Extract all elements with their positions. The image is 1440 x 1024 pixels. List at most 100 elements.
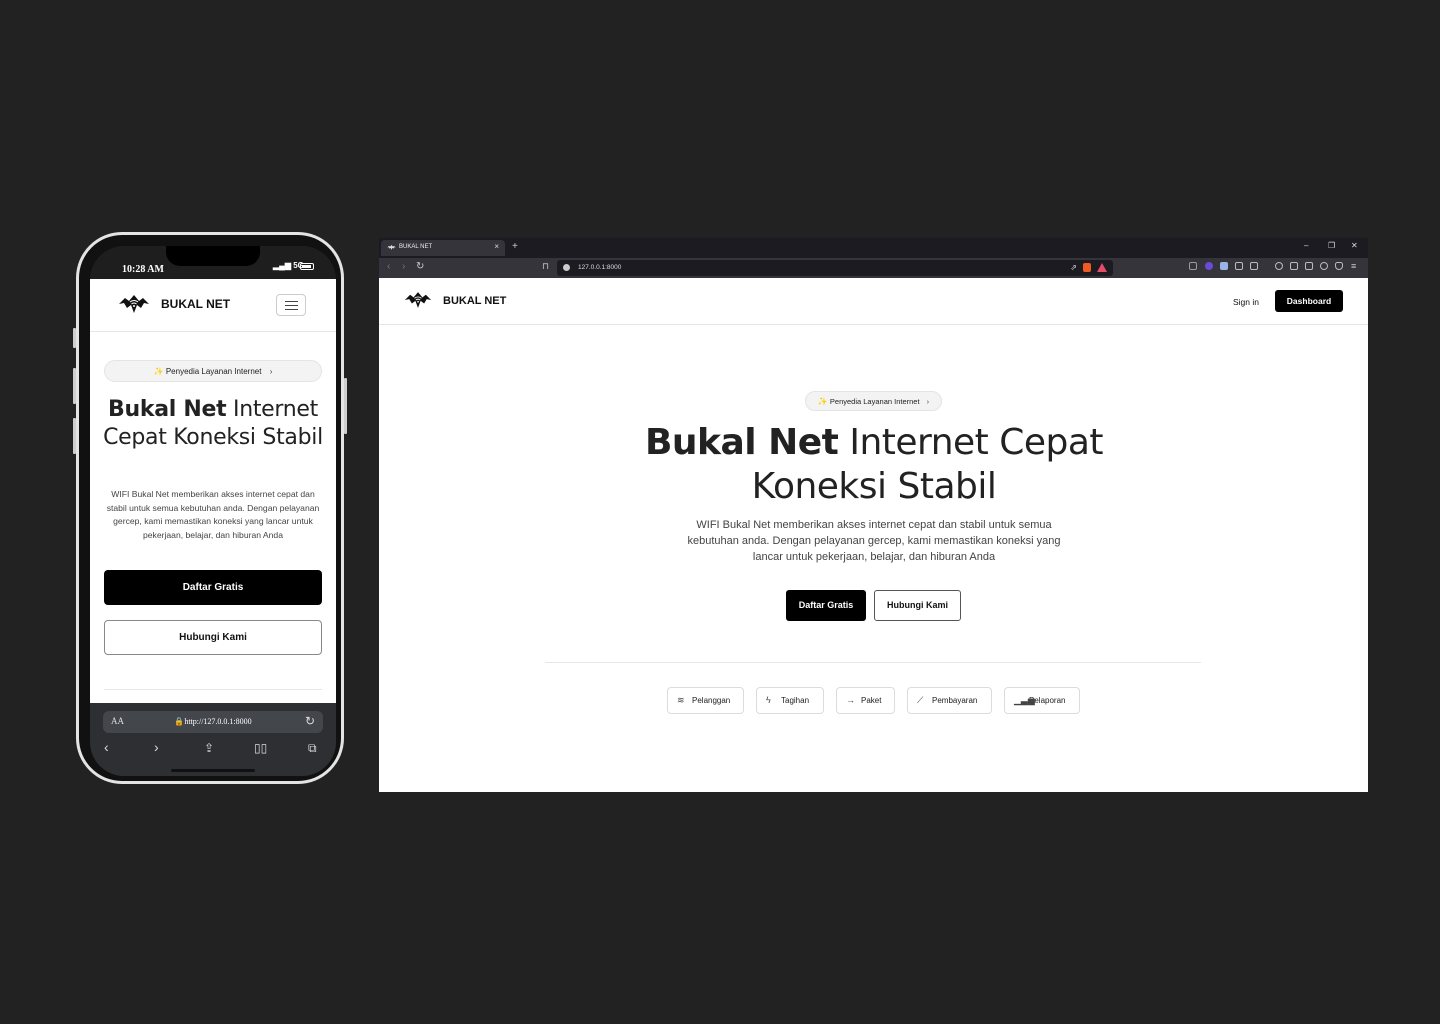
back-icon[interactable]: ‹ <box>387 261 390 272</box>
hamburger-line <box>285 305 298 307</box>
reader-icon[interactable] <box>1189 262 1197 270</box>
dashboard-button[interactable]: Dashboard <box>1275 290 1343 312</box>
tab-favicon-icon <box>387 244 396 251</box>
sparkle-icon: ✨ <box>817 397 828 406</box>
bookmarks-icon[interactable]: ▯▯ <box>254 741 267 755</box>
bar-chart-icon: ▁▃▅ <box>1014 695 1035 705</box>
badge-label: Penyedia Layanan Internet <box>165 367 262 376</box>
hero-description: WIFI Bukal Net memberikan akses internet… <box>106 489 320 540</box>
feature-label: Tagihan <box>781 696 810 705</box>
minimize-icon[interactable]: – <box>1304 241 1308 250</box>
browser-tab[interactable]: BUKAL NET × <box>381 240 505 256</box>
menu-toggle-button[interactable] <box>276 294 306 316</box>
contact-button[interactable]: Hubungi Kami <box>874 590 961 621</box>
signin-link[interactable]: Sign in <box>1233 297 1259 307</box>
hamburger-line <box>285 309 298 311</box>
hamburger-icon <box>285 301 298 303</box>
line-chart-icon: ⟋ <box>917 695 924 705</box>
database-icon: ≋ <box>677 695 685 705</box>
back-icon[interactable]: ‹ <box>104 739 109 755</box>
notch <box>166 246 260 266</box>
register-button[interactable]: Daftar Gratis <box>104 570 322 605</box>
sparkle-icon: ✨ <box>153 367 164 376</box>
mobile-page: BUKAL NET ✨ Penyedia Layanan Internet › … <box>90 279 336 703</box>
bat-wifi-logo-icon[interactable] <box>404 291 432 309</box>
bookmark-icon[interactable]: ⊓ <box>542 261 549 272</box>
vpn-shield-icon[interactable] <box>1335 262 1343 270</box>
brave-rewards-icon[interactable] <box>1097 263 1107 272</box>
browser-tab-strip: BUKAL NET × + – ❐ ✕ <box>379 238 1368 258</box>
browser-window: BUKAL NET × + – ❐ ✕ ‹ › ↻ ⊓ 127.0.0.1:80… <box>379 238 1368 792</box>
register-button[interactable]: Daftar Gratis <box>786 590 866 621</box>
site-info-icon[interactable] <box>563 264 570 271</box>
signal-bars-icon: ▂▄▆ <box>273 261 291 270</box>
section-divider <box>104 689 322 690</box>
restore-icon[interactable]: ❐ <box>1328 241 1335 250</box>
brave-shield-icon[interactable] <box>1083 263 1091 272</box>
browser-toolbar: ‹ › ↻ ⊓ 127.0.0.1:8000 ⇗ ≡ <box>379 258 1368 278</box>
lightning-icon: ϟ <box>766 695 771 705</box>
extension-badge-icon[interactable] <box>1205 262 1213 270</box>
hero-description: WIFI Bukal Net memberikan akses internet… <box>687 519 1061 563</box>
section-divider <box>545 662 1201 663</box>
screenshot-icon[interactable] <box>1250 262 1258 270</box>
desktop-page: BUKAL NET Sign in Dashboard ✨ Penyedia L… <box>379 278 1368 792</box>
forward-icon[interactable]: › <box>402 261 405 272</box>
safari-address-bar[interactable]: AA 🔒http://127.0.0.1:8000 ↻ <box>103 711 323 733</box>
feature-pelaporan[interactable]: ▁▃▅ Pelaporan <box>1004 687 1080 714</box>
feature-pembayaran[interactable]: ⟋ Pembayaran <box>907 687 992 714</box>
menu-icon[interactable]: ≡ <box>1351 261 1356 271</box>
provider-badge[interactable]: ✨ Penyedia Layanan Internet › <box>104 360 322 382</box>
feature-label: Pelanggan <box>692 696 731 705</box>
contact-button[interactable]: Hubungi Kami <box>104 620 322 655</box>
reload-icon[interactable]: ↻ <box>416 261 424 272</box>
desktop-navbar: BUKAL NET Sign in Dashboard <box>379 278 1368 325</box>
bat-wifi-logo-icon[interactable] <box>118 294 150 314</box>
url-text: 127.0.0.1:8000 <box>578 264 622 271</box>
phone-volume-down <box>73 418 76 454</box>
feature-label: Paket <box>861 696 882 705</box>
reload-icon[interactable]: ↻ <box>305 714 315 728</box>
feature-pelanggan[interactable]: ≋ Pelanggan <box>667 687 744 714</box>
url-bar[interactable]: 127.0.0.1:8000 ⇗ <box>557 260 1113 276</box>
feature-label: Pembayaran <box>932 696 978 705</box>
wallet-icon[interactable] <box>1305 262 1313 270</box>
hero-headline: Bukal Net Internet Cepat Koneksi Stabil <box>603 421 1145 509</box>
tabs-icon[interactable]: ⧉ <box>308 741 317 756</box>
mobile-navbar: BUKAL NET <box>90 279 336 332</box>
feature-paket[interactable]: → Paket <box>836 687 895 714</box>
provider-badge[interactable]: ✨ Penyedia Layanan Internet › <box>805 391 942 411</box>
music-icon[interactable] <box>1275 262 1283 270</box>
chevron-right-icon: › <box>269 367 273 376</box>
brand-name[interactable]: BUKAL NET <box>161 297 230 311</box>
lock-icon: 🔒 <box>174 717 185 726</box>
safari-toolbar: AA 🔒http://127.0.0.1:8000 ↻ ‹ › ⇪ ▯▯ ⧉ <box>90 703 336 776</box>
phone-mute-switch <box>73 328 76 348</box>
leo-ai-icon[interactable] <box>1320 262 1328 270</box>
badge-label: Penyedia Layanan Internet <box>829 397 920 406</box>
battery-icon <box>300 263 314 270</box>
phone-screen: 10:28 AM ▂▄▆ 5G BUKAL NET ✨ Penyedia Lay… <box>90 246 336 776</box>
feature-tagihan[interactable]: ϟ Tagihan <box>756 687 824 714</box>
arrow-right-icon: → <box>846 695 855 705</box>
safari-url: 🔒http://127.0.0.1:8000 <box>103 717 323 726</box>
forward-icon[interactable]: › <box>154 739 159 755</box>
new-tab-icon[interactable]: + <box>512 241 518 252</box>
brand-name[interactable]: BUKAL NET <box>443 295 506 307</box>
puzzle-icon[interactable] <box>1235 262 1243 270</box>
close-tab-icon[interactable]: × <box>494 242 499 251</box>
extension-icon[interactable] <box>1220 262 1228 270</box>
phone-power-button <box>344 378 347 434</box>
headline-bold: Bukal Net <box>644 422 839 463</box>
close-window-icon[interactable]: ✕ <box>1351 241 1358 250</box>
home-indicator <box>171 769 255 772</box>
phone-volume-up <box>73 368 76 404</box>
sidebar-icon[interactable] <box>1290 262 1298 270</box>
share-icon[interactable]: ⇗ <box>1070 263 1077 272</box>
share-icon[interactable]: ⇪ <box>204 741 214 755</box>
hero-headline: Bukal Net Internet Cepat Koneksi Stabil <box>98 396 328 452</box>
tab-title: BUKAL NET <box>399 244 433 250</box>
chevron-right-icon: › <box>926 397 930 406</box>
phone-mockup: 10:28 AM ▂▄▆ 5G BUKAL NET ✨ Penyedia Lay… <box>73 232 347 784</box>
safari-url-text: http://127.0.0.1:8000 <box>184 717 252 726</box>
